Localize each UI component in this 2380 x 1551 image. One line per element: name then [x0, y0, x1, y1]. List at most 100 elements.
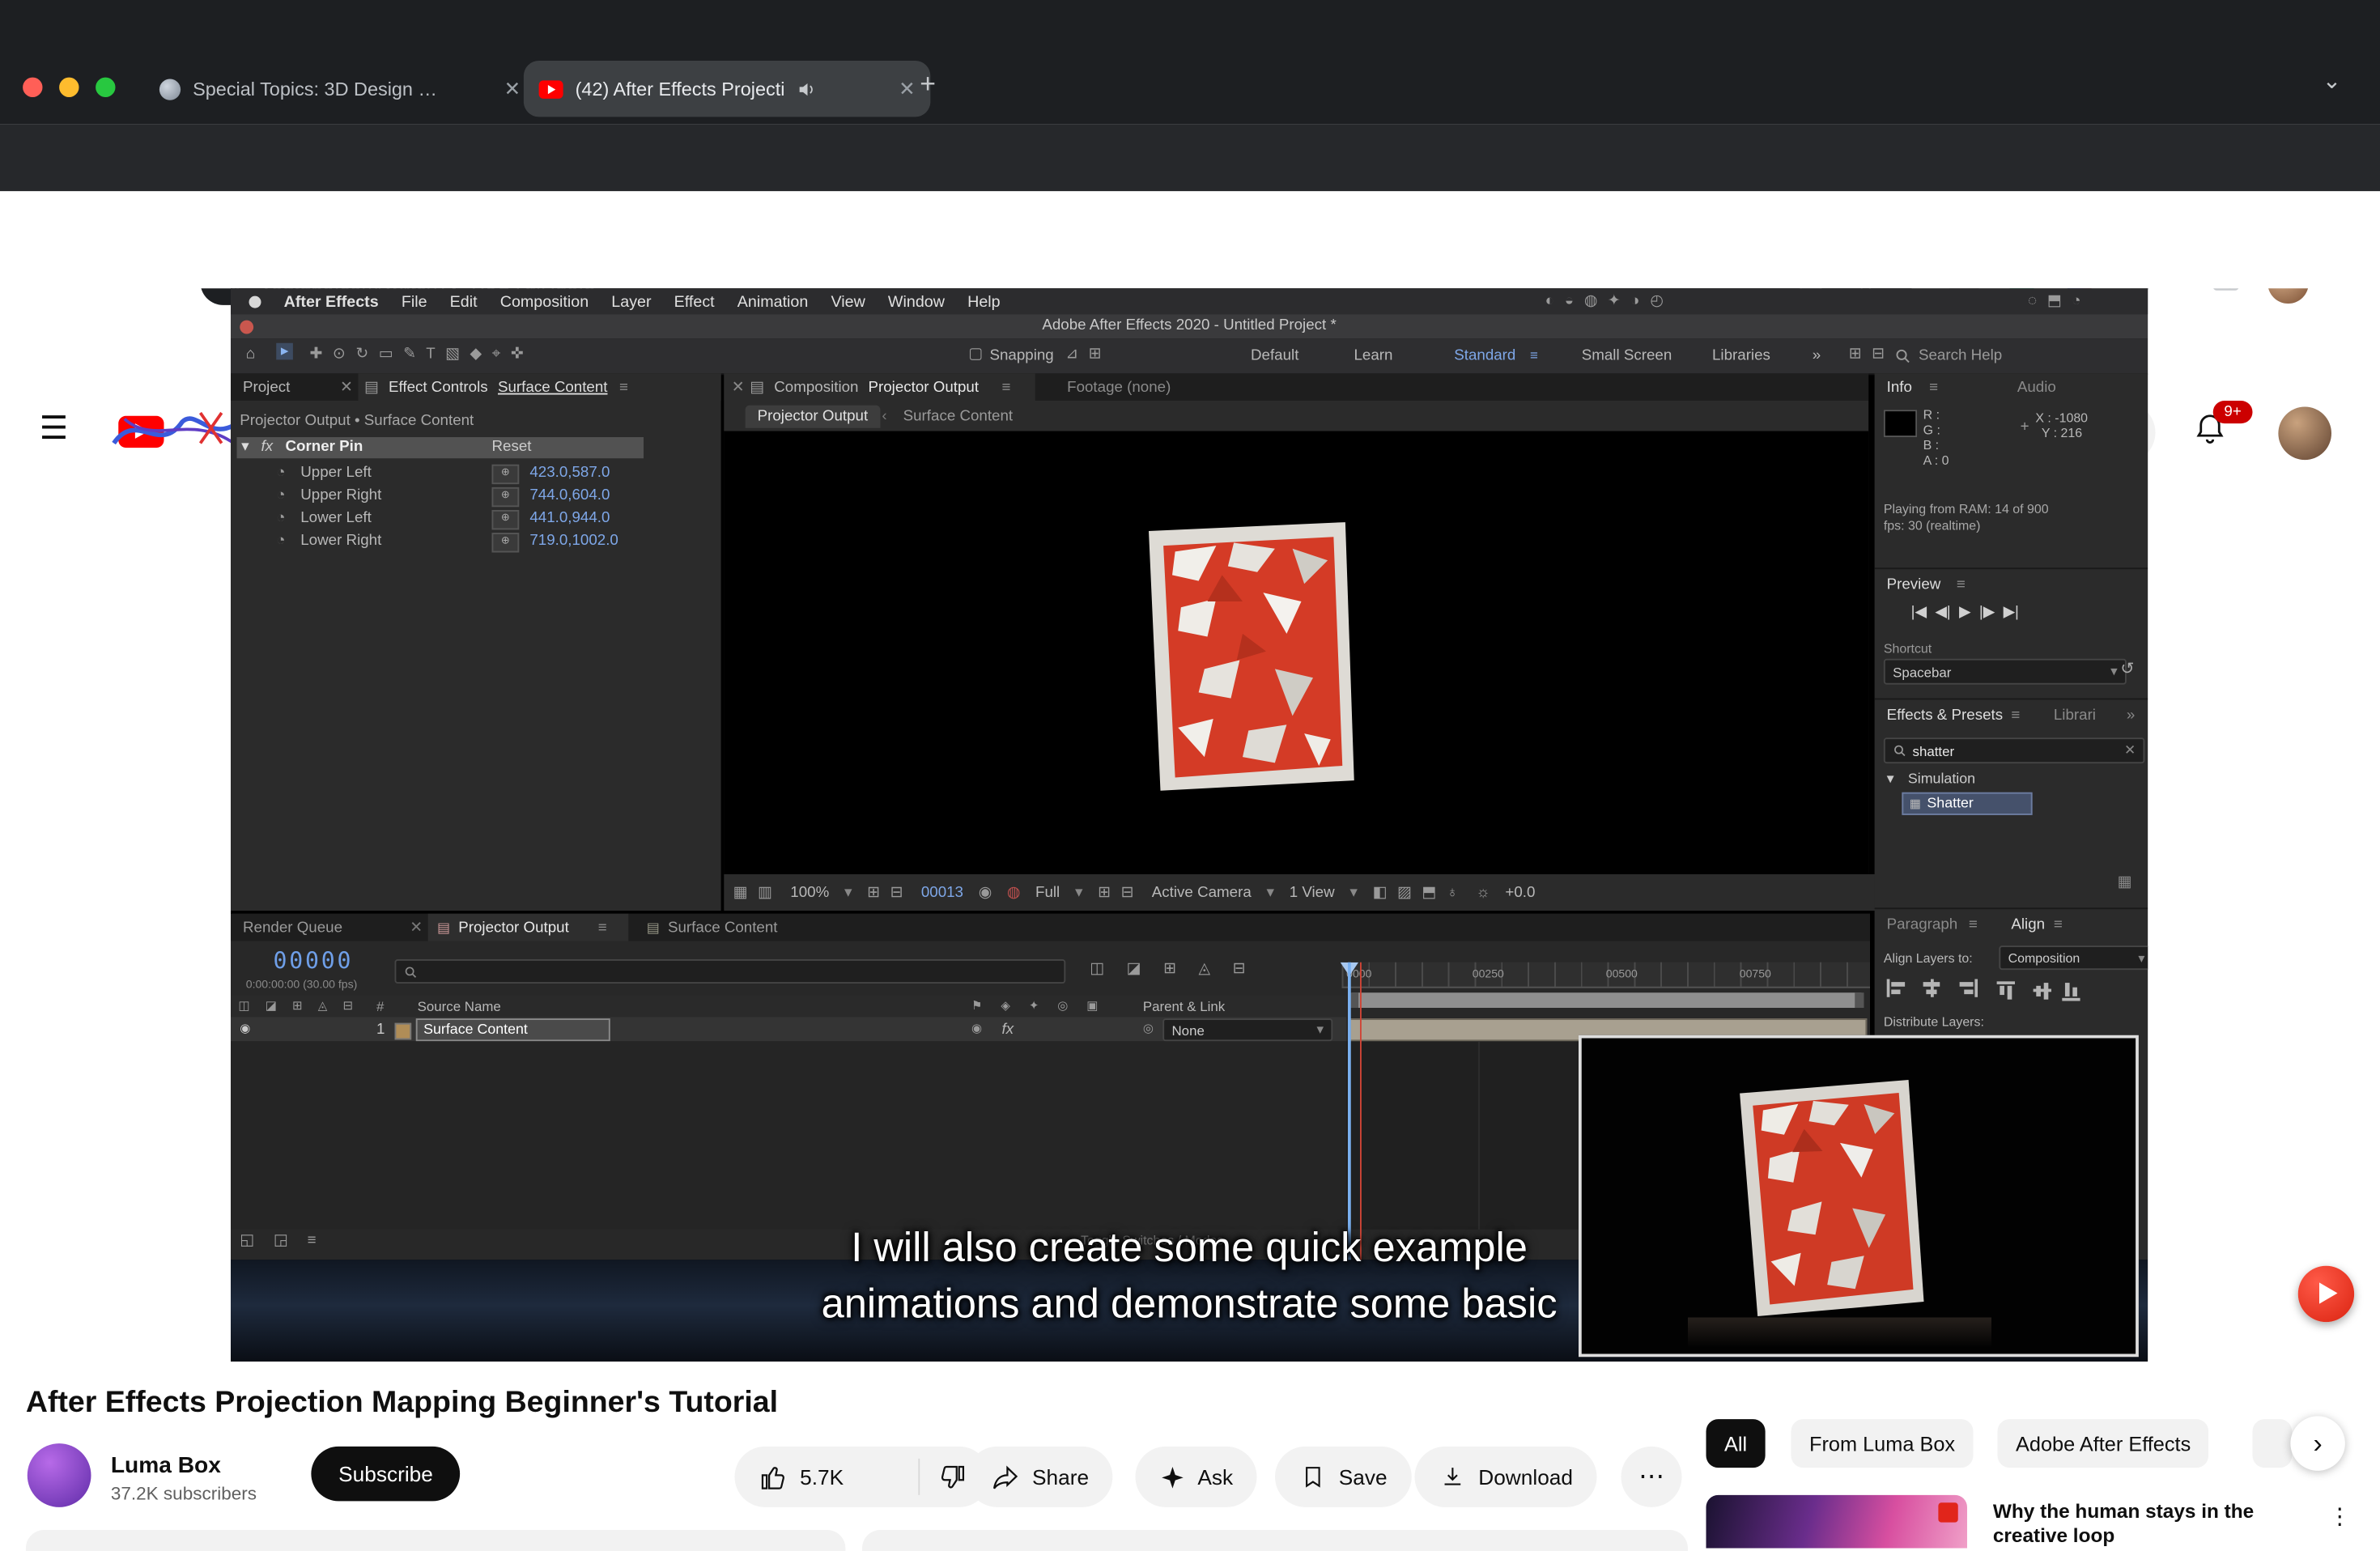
work-area-bar — [1349, 992, 1864, 1008]
chips-next-button[interactable]: › — [2290, 1416, 2345, 1471]
adobe-badge — [1938, 1502, 1957, 1522]
channel-name[interactable]: Luma Box — [111, 1452, 221, 1478]
snapping-label: Snapping — [990, 347, 1054, 364]
composition-tab-active: ✕ ▤ Composition Projector Output ≡ — [724, 373, 1035, 401]
param-row-lower-left: ◔ Lower Left ⊕ 441.0,944.0 — [231, 507, 721, 529]
param-name: Lower Right — [300, 533, 381, 550]
divider — [1875, 699, 2148, 700]
dislike-icon[interactable] — [938, 1463, 967, 1492]
effects-presets-title: Effects & Presets — [1887, 708, 2003, 725]
search-icon — [404, 965, 418, 979]
effects-presets-menu-icon: ≡ — [2011, 708, 2020, 725]
browser-tab-1[interactable]: Special Topics: 3D Design & P ✕ — [144, 61, 536, 117]
crosshair-button: ⊕ — [492, 510, 520, 529]
guide-hamburger-icon[interactable]: ☰ — [40, 410, 68, 448]
render-queue-tab: Render Queue — [243, 920, 342, 937]
effect-controls-tabbar: Project ✕ ▤ Effect Controls Surface Cont… — [231, 373, 721, 401]
timeline-current-time: 00000 — [274, 947, 354, 975]
stopwatch-icon: ◔ — [276, 533, 285, 550]
align-caret-icon: ▾ — [2138, 950, 2144, 967]
window-zoom-button[interactable] — [96, 78, 115, 97]
align-buttons-row — [1887, 978, 2093, 1005]
fx-panel-grid-icon: ▦ — [2118, 874, 2132, 891]
screen: Special Topics: 3D Design & P ✕ (42) Aft… — [0, 0, 2380, 1549]
param-value: 441.0,944.0 — [529, 510, 610, 527]
ae-menu-window: Window — [888, 292, 945, 311]
timeline-tab-active: ▤ Projector Output ≡ — [428, 914, 629, 941]
ae-toolbar: ⌂ ▸ ✚ ⊙ ↻ ▭ ✎ T ▧ ◆ ⌖ ✜ ▢ Snapping ⊿ ⊞ D… — [231, 338, 2148, 375]
info-y: Y : 216 — [2042, 425, 2082, 440]
share-button[interactable]: Share — [967, 1447, 1113, 1507]
ae-tool-icons: ✚ ⊙ ↻ ▭ ✎ T ▧ ◆ ⌖ ✜ — [310, 346, 527, 363]
zoom-caret-icon: ▾ — [844, 884, 852, 901]
surface-content-tab: Surface Content — [668, 920, 777, 937]
snapping-extra-icons: ⊿ ⊞ — [1065, 346, 1104, 363]
chip-adobe-after-effects[interactable]: Adobe After Effects — [1998, 1419, 2209, 1468]
tab2-close-icon[interactable]: ✕ — [899, 77, 915, 101]
new-tab-button[interactable]: + — [920, 68, 936, 100]
youtube-profile-avatar[interactable] — [2278, 407, 2331, 461]
effect-controls-tab-label: Effect Controls — [389, 380, 488, 397]
effect-controls-menu-icon: ≡ — [619, 380, 628, 397]
parent-caret-icon: ▾ — [1317, 1022, 1324, 1039]
crosshair-button: ⊕ — [492, 465, 520, 484]
tab2-audio-icon[interactable] — [797, 79, 818, 100]
project-tab: Project — [243, 380, 290, 397]
like-count: 5.7K — [800, 1464, 844, 1489]
caption-line-2: animations and demonstrate some basic — [231, 1281, 2148, 1328]
render-progress-line — [1360, 962, 1362, 1260]
layer-name-box: Surface Content — [416, 1018, 610, 1041]
suggested-video-kebab-icon[interactable]: ⋮ — [2328, 1502, 2351, 1530]
align-vcenter-icon — [2025, 981, 2053, 1001]
download-icon — [1439, 1464, 1467, 1491]
download-button[interactable]: Download — [1415, 1447, 1597, 1507]
browser-tab-2-active[interactable]: (42) After Effects Projecti ✕ — [524, 61, 931, 117]
timeline-column-header: ◫ ◪ ⊞ ◬ ⊟ # Source Name ⚑ ◈ ✦ ◎ ▣ Parent… — [231, 996, 1346, 1018]
subscribe-button[interactable]: Subscribe — [311, 1447, 460, 1502]
comp-resolution: Full — [1035, 884, 1060, 901]
window-close-button[interactable] — [23, 78, 42, 97]
shortcut-dropdown: Spacebar ▾ — [1884, 659, 2127, 685]
comp-exposure-value: +0.0 — [1505, 884, 1535, 901]
workspace-overflow-icon: » — [1813, 347, 1821, 364]
resolution-caret-icon: ▾ — [1075, 884, 1082, 901]
workspace-small-screen: Small Screen — [1582, 347, 1672, 364]
info-b: B : — [1923, 437, 1940, 453]
channel-avatar[interactable] — [28, 1443, 91, 1507]
suggested-video-title[interactable]: Why the human stays in the creative loop — [1993, 1500, 2304, 1549]
share-label: Share — [1032, 1464, 1089, 1489]
like-icon — [759, 1463, 788, 1492]
work-area-end-handle — [1855, 992, 1864, 1008]
camera-caret-icon: ▾ — [1267, 884, 1274, 901]
ae-app-menu: After Effects — [284, 292, 379, 311]
shortcut-value: Spacebar — [1893, 664, 1951, 679]
apple-menu-icon — [249, 295, 261, 308]
subscriber-count: 37.2K subscribers — [111, 1483, 257, 1504]
snapping-checkbox: ▢ — [968, 346, 983, 363]
layer-label-color — [395, 1023, 412, 1040]
chip-from-channel[interactable]: From Luma Box — [1791, 1419, 1974, 1468]
timeline-feature-icons: ◫ ◪ ⊞ ◬ ⊟ — [1090, 961, 1254, 978]
video-player[interactable]: After Effects File Edit Composition Laye… — [231, 288, 2148, 1362]
secondary-box-peek[interactable] — [862, 1530, 1688, 1551]
paragraph-menu-icon: ≡ — [1969, 917, 1978, 934]
ae-menu-animation: Animation — [737, 292, 809, 311]
crosshair-button: ⊕ — [492, 487, 520, 507]
ask-button[interactable]: Ask — [1136, 1447, 1258, 1507]
chip-all[interactable]: All — [1706, 1419, 1766, 1468]
description-box-peek[interactable] — [26, 1530, 846, 1551]
tab-search-chevron-icon[interactable]: ⌄ — [2323, 67, 2342, 95]
more-actions-button[interactable]: ⋯ — [1621, 1447, 1682, 1507]
timeline-menu-icon: ≡ — [598, 920, 607, 937]
window-minimize-button[interactable] — [59, 78, 79, 97]
chip-partial[interactable] — [2253, 1419, 2293, 1468]
like-button[interactable]: 5.7K — [735, 1447, 990, 1507]
floating-play-badge[interactable] — [2298, 1266, 2354, 1322]
tab1-close-icon[interactable]: ✕ — [504, 77, 521, 101]
shatter-effect-label: Shatter — [1927, 796, 1973, 813]
channels-icon: ◍ — [1007, 884, 1020, 901]
suggested-video-thumbnail[interactable] — [1706, 1495, 1968, 1549]
ae-window-title: Adobe After Effects 2020 - Untitled Proj… — [1042, 317, 1336, 334]
corner-pin-params: ◔ Upper Left ⊕ 423.0,587.0 ◔ Upper Right… — [231, 461, 721, 553]
save-button[interactable]: Save — [1275, 1447, 1412, 1507]
